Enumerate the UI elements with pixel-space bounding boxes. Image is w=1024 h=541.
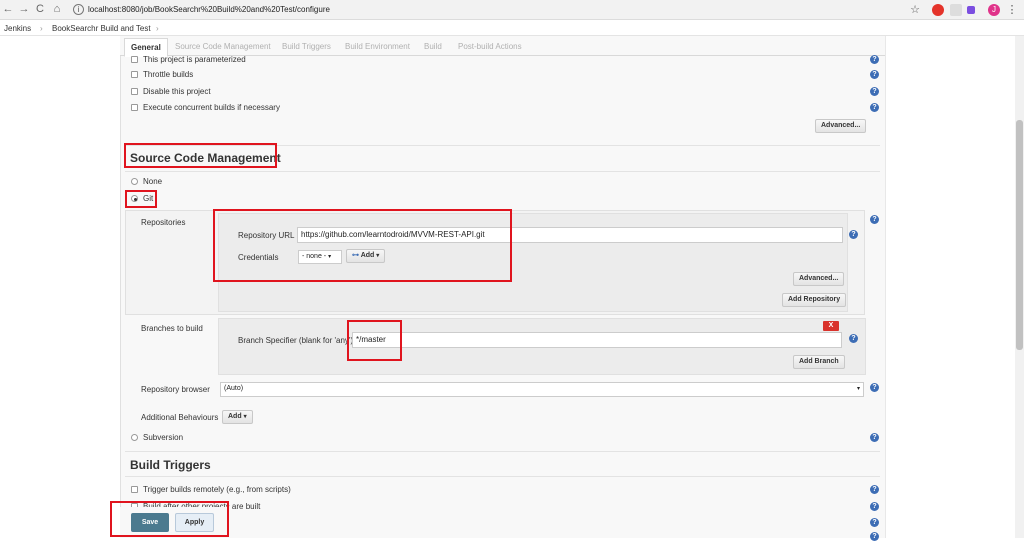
- highlight-branch: [347, 320, 402, 361]
- repository-browser-select[interactable]: (Auto) ▾: [220, 382, 864, 397]
- back-arrow-icon[interactable]: ←: [2, 3, 14, 15]
- scrollbar-thumb[interactable]: [1016, 120, 1023, 350]
- browser-toolbar: ← → C ⌂ i localhost:8080/job/BookSearchr…: [0, 0, 1024, 20]
- help-icon[interactable]: ?: [849, 230, 858, 239]
- scm-subversion-option[interactable]: Subversion: [131, 433, 183, 442]
- highlight-repository: [213, 209, 512, 282]
- highlight-scm-title: [124, 143, 277, 168]
- browser-menu-icon[interactable]: ⋮: [1006, 3, 1018, 16]
- option-parameterized[interactable]: This project is parameterized: [131, 55, 246, 64]
- help-icon[interactable]: ?: [849, 334, 858, 343]
- option-label: Throttle builds: [143, 70, 194, 79]
- tab-build-environment[interactable]: Build Environment: [345, 42, 410, 51]
- bookmark-star-icon[interactable]: ☆: [909, 3, 921, 16]
- checkbox[interactable]: [131, 71, 138, 79]
- help-icon[interactable]: ?: [870, 55, 879, 64]
- option-label: Subversion: [143, 433, 184, 442]
- add-repository-button[interactable]: Add Repository: [782, 293, 847, 307]
- help-icon[interactable]: ?: [870, 103, 879, 112]
- checkbox[interactable]: [131, 486, 138, 494]
- dropdown-icon: ▾: [856, 386, 860, 392]
- profile-avatar[interactable]: J: [988, 4, 1000, 16]
- repositories-label: Repositories: [141, 218, 186, 227]
- radio-button[interactable]: [131, 178, 138, 186]
- radio-button[interactable]: [131, 434, 138, 442]
- help-icon[interactable]: ?: [870, 87, 879, 96]
- left-margin: [0, 36, 120, 538]
- extension-gray-icon[interactable]: [950, 4, 962, 16]
- divider: [125, 476, 880, 477]
- repository-browser-selected: (Auto): [224, 385, 244, 392]
- tab-post-build-actions[interactable]: Post-build Actions: [458, 42, 522, 51]
- highlight-git-option: [125, 190, 157, 208]
- option-label: This project is parameterized: [143, 55, 246, 64]
- tab-source-code-management[interactable]: Source Code Management: [175, 42, 271, 51]
- help-icon[interactable]: ?: [870, 70, 879, 79]
- config-tabs: General Source Code Management Build Tri…: [120, 36, 885, 57]
- site-info-icon[interactable]: i: [73, 4, 84, 15]
- reload-icon[interactable]: C: [34, 3, 46, 15]
- extension-red-icon[interactable]: [932, 4, 944, 16]
- branch-specifier-input[interactable]: */master: [352, 332, 842, 348]
- help-icon[interactable]: ?: [870, 383, 879, 392]
- option-label: None: [143, 177, 163, 186]
- add-behaviour-button[interactable]: Add ▾: [222, 410, 253, 424]
- help-icon[interactable]: ?: [870, 215, 879, 224]
- option-label: Execute concurrent builds if necessary: [143, 103, 280, 112]
- button-label: Add: [228, 413, 242, 420]
- home-icon[interactable]: ⌂: [51, 3, 63, 15]
- tab-build-triggers[interactable]: Build Triggers: [282, 42, 331, 51]
- option-throttle[interactable]: Throttle builds: [131, 70, 193, 79]
- checkbox[interactable]: [131, 104, 138, 112]
- general-advanced-button[interactable]: Advanced...: [815, 119, 867, 133]
- divider: [125, 451, 880, 452]
- address-bar[interactable]: localhost:8080/job/BookSearchr%20Build%2…: [88, 5, 330, 14]
- breadcrumb-jenkins[interactable]: Jenkins: [4, 24, 31, 33]
- highlight-save-apply: [110, 501, 229, 537]
- branch-specifier-label: Branch Specifier (blank for 'any'): [238, 336, 354, 345]
- help-icon[interactable]: ?: [870, 433, 879, 442]
- help-icon[interactable]: ?: [870, 502, 879, 511]
- breadcrumb-job[interactable]: BookSearchr Build and Test: [52, 24, 151, 33]
- checkbox[interactable]: [131, 88, 138, 96]
- option-label: Disable this project: [143, 87, 211, 96]
- right-margin: [885, 36, 1024, 538]
- forward-arrow-icon[interactable]: →: [18, 3, 30, 15]
- breadcrumb-separator: ›: [156, 24, 159, 33]
- checkbox[interactable]: [131, 56, 138, 64]
- help-icon[interactable]: ?: [870, 485, 879, 494]
- build-triggers-title: Build Triggers: [130, 458, 211, 472]
- help-icon[interactable]: ?: [870, 518, 879, 527]
- breadcrumb: Jenkins › BookSearchr Build and Test ›: [0, 20, 1024, 36]
- dropdown-icon: ▾: [243, 414, 247, 420]
- option-label: Trigger builds remotely (e.g., from scri…: [143, 485, 291, 494]
- breadcrumb-separator: ›: [40, 24, 43, 33]
- delete-branch-button[interactable]: X: [823, 321, 839, 331]
- add-branch-button[interactable]: Add Branch: [793, 355, 845, 369]
- divider: [125, 171, 880, 172]
- option-disable[interactable]: Disable this project: [131, 87, 211, 96]
- help-icon[interactable]: ?: [870, 532, 879, 541]
- option-concurrent[interactable]: Execute concurrent builds if necessary: [131, 103, 280, 112]
- branches-label: Branches to build: [141, 324, 203, 333]
- additional-behaviours-label: Additional Behaviours: [141, 413, 219, 422]
- trigger-remote-option[interactable]: Trigger builds remotely (e.g., from scri…: [131, 485, 291, 494]
- repository-advanced-button[interactable]: Advanced...: [793, 272, 845, 286]
- repository-browser-label: Repository browser: [141, 385, 210, 394]
- tab-build[interactable]: Build: [424, 42, 442, 51]
- extension-gem-icon[interactable]: [967, 6, 975, 14]
- scm-none-option[interactable]: None: [131, 177, 162, 186]
